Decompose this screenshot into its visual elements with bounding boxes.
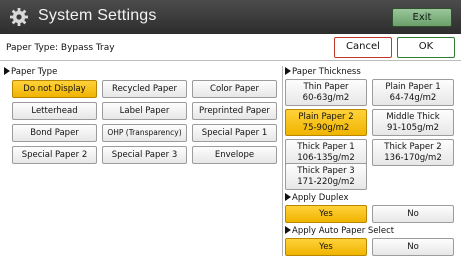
paper-type-bond[interactable]: Bond Paper [12, 124, 97, 142]
paper-type-letterhead[interactable]: Letterhead [12, 102, 97, 120]
paper-type-label[interactable]: Label Paper [102, 102, 187, 120]
paper-type-recycled[interactable]: Recycled Paper [102, 80, 187, 98]
thickness-middle-thick[interactable]: Middle Thick 91-105g/m2 [372, 109, 454, 136]
triangle-marker-icon [285, 193, 291, 201]
thickness-name: Plain Paper 1 [385, 82, 441, 92]
thickness-plain-1[interactable]: Plain Paper 1 64-74g/m2 [372, 79, 454, 106]
auto-select-no-button[interactable]: No [372, 238, 454, 256]
sub-header: Paper Type: Bypass Tray Cancel OK [0, 34, 461, 61]
paper-type-tray-label: Paper Type: Bypass Tray [6, 43, 115, 53]
thickness-range: 136-170g/m2 [384, 153, 442, 163]
thickness-range: 60-63g/m2 [302, 93, 350, 103]
paper-type-color[interactable]: Color Paper [192, 80, 277, 98]
thickness-range: 75-90g/m2 [302, 123, 350, 133]
triangle-marker-icon [285, 67, 291, 75]
paper-type-special-1[interactable]: Special Paper 1 [192, 124, 277, 142]
thickness-name: Thin Paper [303, 82, 349, 92]
thickness-thin[interactable]: Thin Paper 60-63g/m2 [285, 79, 367, 106]
paper-type-preprinted[interactable]: Preprinted Paper [192, 102, 277, 120]
auto-select-yes-button[interactable]: Yes [285, 238, 367, 256]
cancel-button[interactable]: Cancel [334, 37, 392, 58]
thickness-range: 91-105g/m2 [386, 123, 440, 133]
apply-duplex-heading: Apply Duplex [285, 193, 349, 203]
paper-type-special-3[interactable]: Special Paper 3 [102, 146, 187, 164]
thickness-thick-2[interactable]: Thick Paper 2 136-170g/m2 [372, 139, 454, 166]
duplex-no-button[interactable]: No [372, 205, 454, 223]
thickness-plain-2[interactable]: Plain Paper 2 75-90g/m2 [285, 109, 367, 136]
thickness-name: Thick Paper 2 [384, 142, 442, 152]
thickness-name: Thick Paper 1 [297, 142, 355, 152]
thickness-name: Thick Paper 3 [297, 166, 355, 176]
apply-auto-paper-select-heading: Apply Auto Paper Select [285, 226, 394, 236]
thickness-thick-3[interactable]: Thick Paper 3 171-220g/m2 [285, 163, 367, 190]
paper-type-heading: Paper Type [4, 67, 57, 77]
title-bar: System Settings Exit [0, 0, 461, 34]
thickness-name: Plain Paper 2 [298, 112, 354, 122]
thickness-range: 171-220g/m2 [297, 177, 355, 187]
paper-type-special-2[interactable]: Special Paper 2 [12, 146, 97, 164]
paper-thickness-heading: Paper Thickness [285, 67, 361, 77]
thickness-name: Middle Thick [386, 112, 440, 122]
triangle-marker-icon [4, 67, 10, 75]
paper-type-do-not-display[interactable]: Do not Display [12, 80, 97, 98]
ok-button[interactable]: OK [397, 37, 455, 58]
column-divider [282, 66, 283, 256]
gear-icon [10, 8, 28, 26]
paper-type-ohp[interactable]: OHP (Transparency) [102, 124, 187, 142]
paper-type-envelope[interactable]: Envelope [192, 146, 277, 164]
window-title: System Settings [38, 7, 157, 24]
thickness-thick-1[interactable]: Thick Paper 1 106-135g/m2 [285, 139, 367, 166]
duplex-yes-button[interactable]: Yes [285, 205, 367, 223]
thickness-range: 64-74g/m2 [389, 93, 437, 103]
exit-button[interactable]: Exit [392, 8, 452, 27]
triangle-marker-icon [285, 226, 291, 234]
